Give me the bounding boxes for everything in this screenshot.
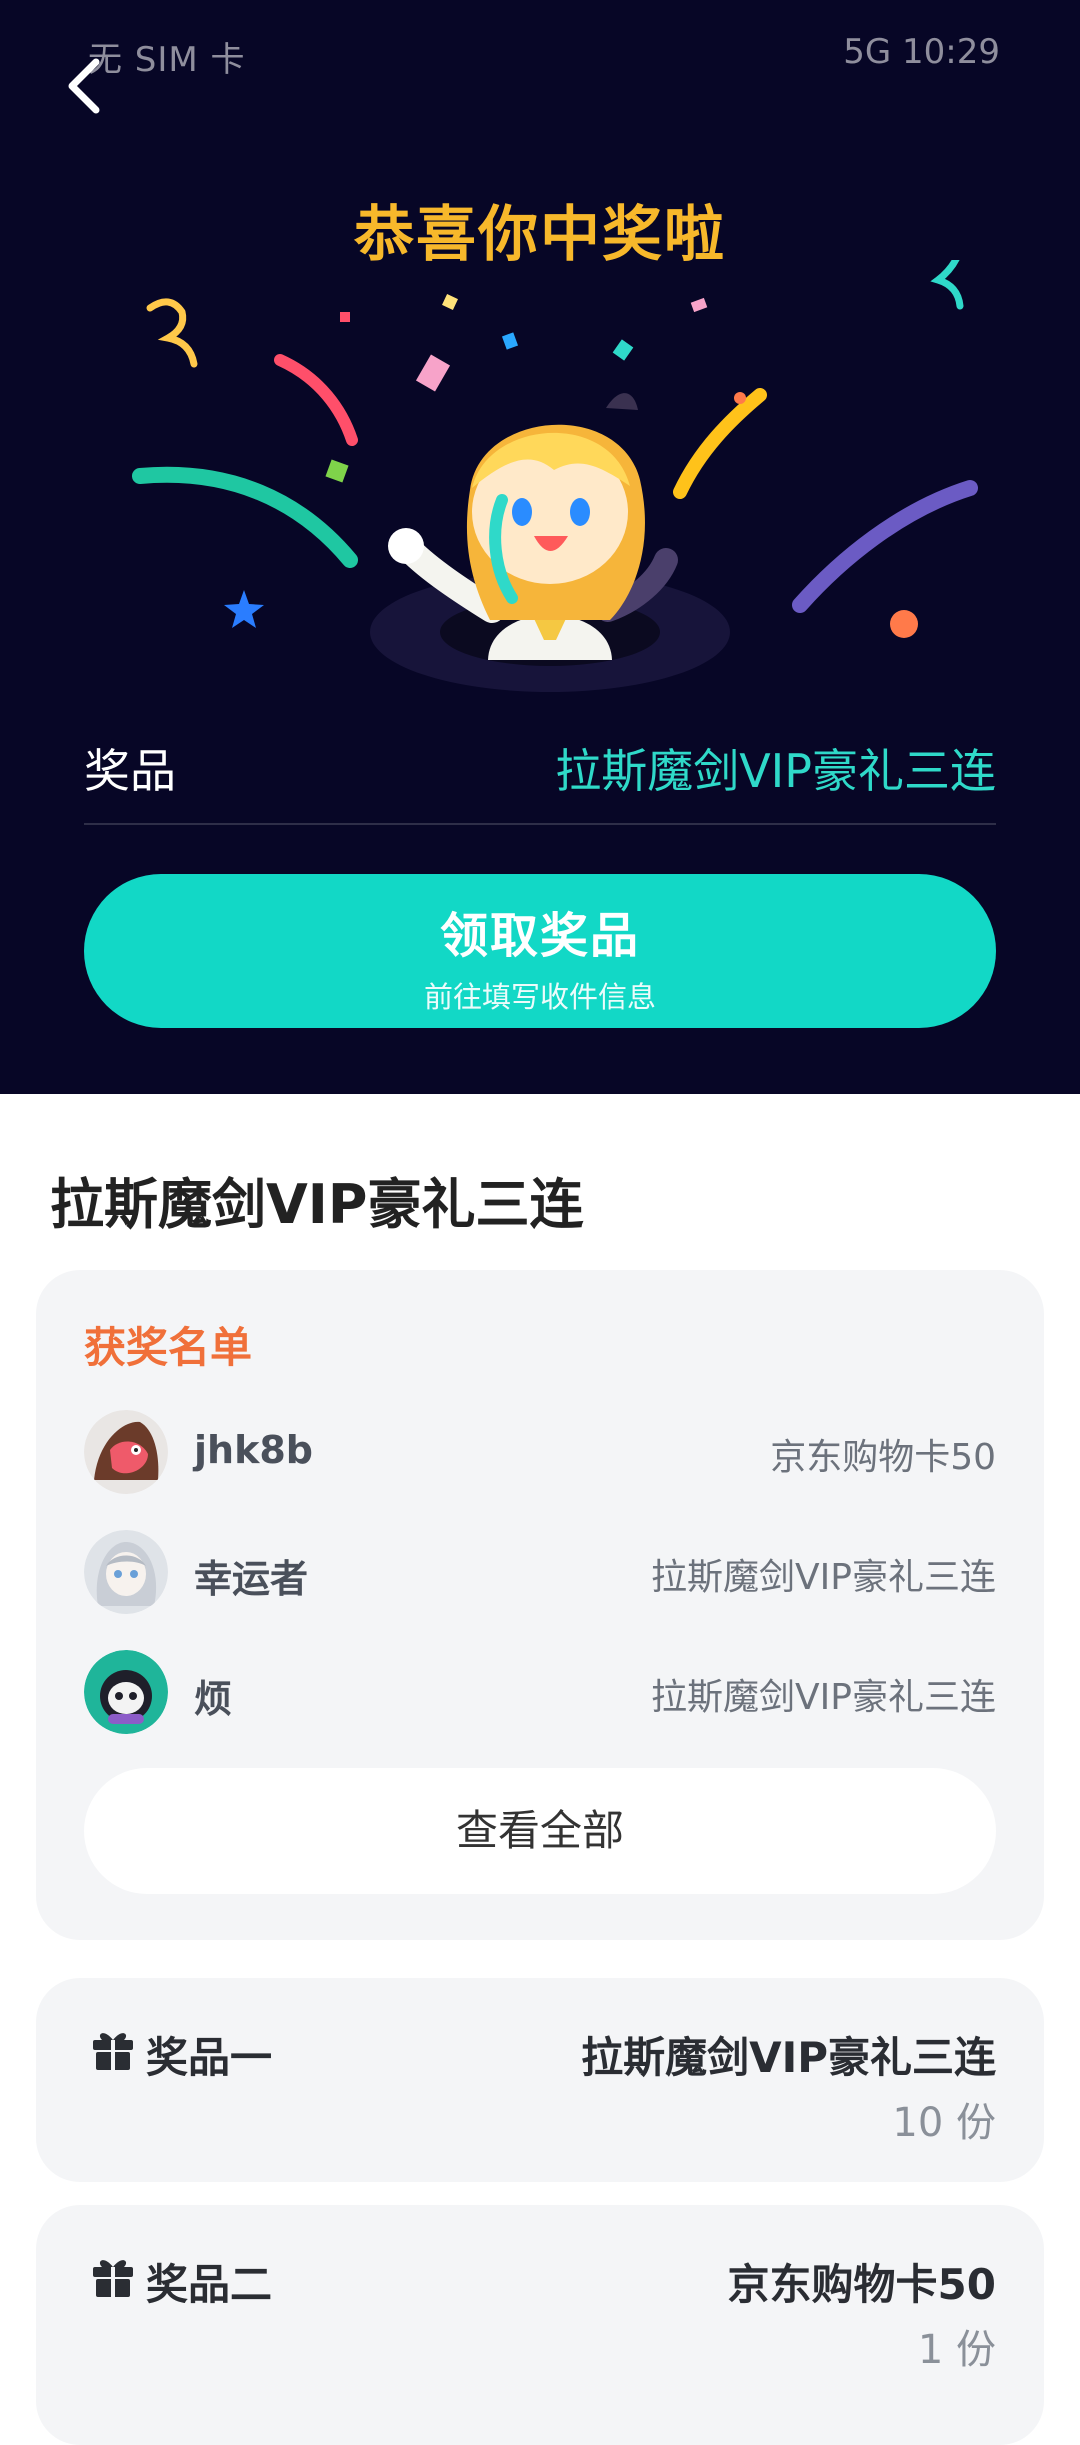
won-prize-value: 拉斯魔剑VIP豪礼三连 [555, 744, 996, 798]
status-time: 5G 10:29 [843, 32, 1000, 72]
won-prize-row: 奖品 拉斯魔剑VIP豪礼三连 [84, 735, 996, 825]
winner-row: 烦 拉斯魔剑VIP豪礼三连 [84, 1650, 996, 1736]
prize-quantity: 1 份 [917, 2327, 996, 2373]
claim-prize-sublabel: 前往填写收件信息 [423, 980, 656, 1014]
winners-heading: 获奖名单 [84, 1323, 253, 1372]
view-all-button[interactable]: 查看全部 [84, 1768, 996, 1894]
prize-tier-label: 奖品一 [146, 2033, 273, 2082]
winner-name: 幸运者 [194, 1557, 309, 1601]
avatar-silver-hair-icon [84, 1530, 168, 1614]
avatar-red-hood-icon [84, 1410, 168, 1494]
winner-row: 幸运者 拉斯魔剑VIP豪礼三连 [84, 1530, 996, 1616]
gift-icon [93, 2260, 133, 2297]
avatar-panda-icon [84, 1650, 168, 1734]
winner-row: jhk8b 京东购物卡50 [84, 1410, 996, 1496]
prize-tier-card: 奖品二 京东购物卡50 1 份 [36, 2205, 1044, 2445]
winners-card: 获奖名单 jhk8b 京东购物卡50 幸运者 拉斯魔剑VIP豪礼三连 烦 拉斯魔… [36, 1270, 1044, 1940]
prize-quantity: 10 份 [892, 2100, 996, 2146]
claim-prize-label: 领取奖品 [439, 908, 640, 964]
won-prize-label: 奖品 [84, 744, 176, 798]
winner-prize: 京东购物卡50 [770, 1437, 996, 1478]
prize-tier-label: 奖品二 [146, 2260, 273, 2309]
chevron-left-icon [68, 58, 100, 114]
prize-hero: 无 SIM 卡 5G 10:29 恭喜你中奖啦 奖品 拉斯魔剑VIP豪礼三连 领… [0, 0, 1080, 1094]
back-button[interactable] [58, 50, 118, 120]
avatar [84, 1650, 168, 1734]
status-bar: 无 SIM 卡 5G 10:29 [0, 0, 1080, 100]
avatar [84, 1410, 168, 1494]
prize-tier-card: 奖品一 拉斯魔剑VIP豪礼三连 10 份 [36, 1978, 1044, 2182]
avatar [84, 1530, 168, 1614]
gift-icon [93, 2033, 133, 2070]
prize-name: 京东购物卡50 [727, 2260, 996, 2309]
page-title: 拉斯魔剑VIP豪礼三连 [50, 1173, 584, 1236]
winner-prize: 拉斯魔剑VIP豪礼三连 [651, 1677, 996, 1718]
mascot-confetti-illustration [132, 260, 978, 692]
winner-name: 烦 [194, 1677, 233, 1721]
prize-name: 拉斯魔剑VIP豪礼三连 [581, 2033, 996, 2082]
winner-prize: 拉斯魔剑VIP豪礼三连 [651, 1557, 996, 1598]
winner-name: jhk8b [194, 1428, 313, 1472]
claim-prize-button[interactable]: 领取奖品 前往填写收件信息 [84, 874, 996, 1028]
